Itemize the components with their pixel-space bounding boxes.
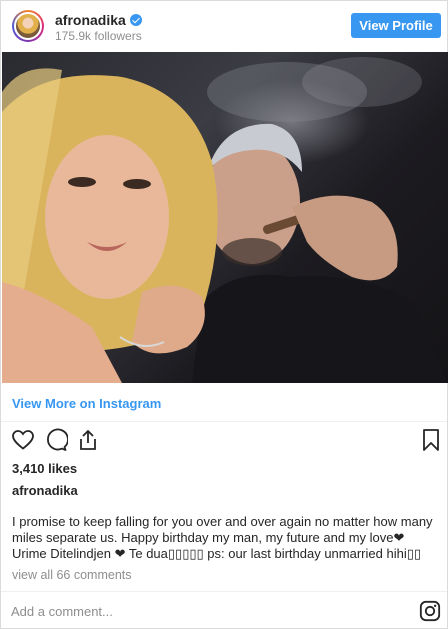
view-profile-button[interactable]: View Profile xyxy=(351,13,441,38)
share-icon[interactable] xyxy=(76,428,100,452)
caption-username[interactable]: afronadika xyxy=(12,483,78,498)
post-caption: I promise to keep falling for you over a… xyxy=(12,514,433,561)
post-photo[interactable] xyxy=(2,52,448,383)
bookmark-icon[interactable] xyxy=(419,428,443,452)
divider xyxy=(1,591,447,592)
followers-count: 175.9k followers xyxy=(55,29,142,43)
post-header: afronadika 175.9k followers View Profile xyxy=(1,1,447,51)
instagram-icon[interactable] xyxy=(419,600,441,622)
add-comment-input[interactable] xyxy=(11,601,391,621)
view-more-link[interactable]: View More on Instagram xyxy=(12,396,161,411)
comment-icon[interactable] xyxy=(44,428,68,452)
action-bar xyxy=(1,428,447,454)
avatar[interactable] xyxy=(12,10,44,42)
divider xyxy=(1,421,447,422)
username-link[interactable]: afronadika xyxy=(55,12,126,28)
instagram-embed: afronadika 175.9k followers View Profile xyxy=(0,0,448,629)
post-photo-illustration xyxy=(2,57,448,383)
username-row: afronadika xyxy=(55,12,142,28)
likes-count[interactable]: 3,410 likes xyxy=(12,461,77,476)
avatar-image xyxy=(14,12,42,40)
heart-icon[interactable] xyxy=(11,428,35,452)
view-all-comments-link[interactable]: view all 66 comments xyxy=(12,568,132,582)
verified-badge-icon xyxy=(129,14,142,26)
